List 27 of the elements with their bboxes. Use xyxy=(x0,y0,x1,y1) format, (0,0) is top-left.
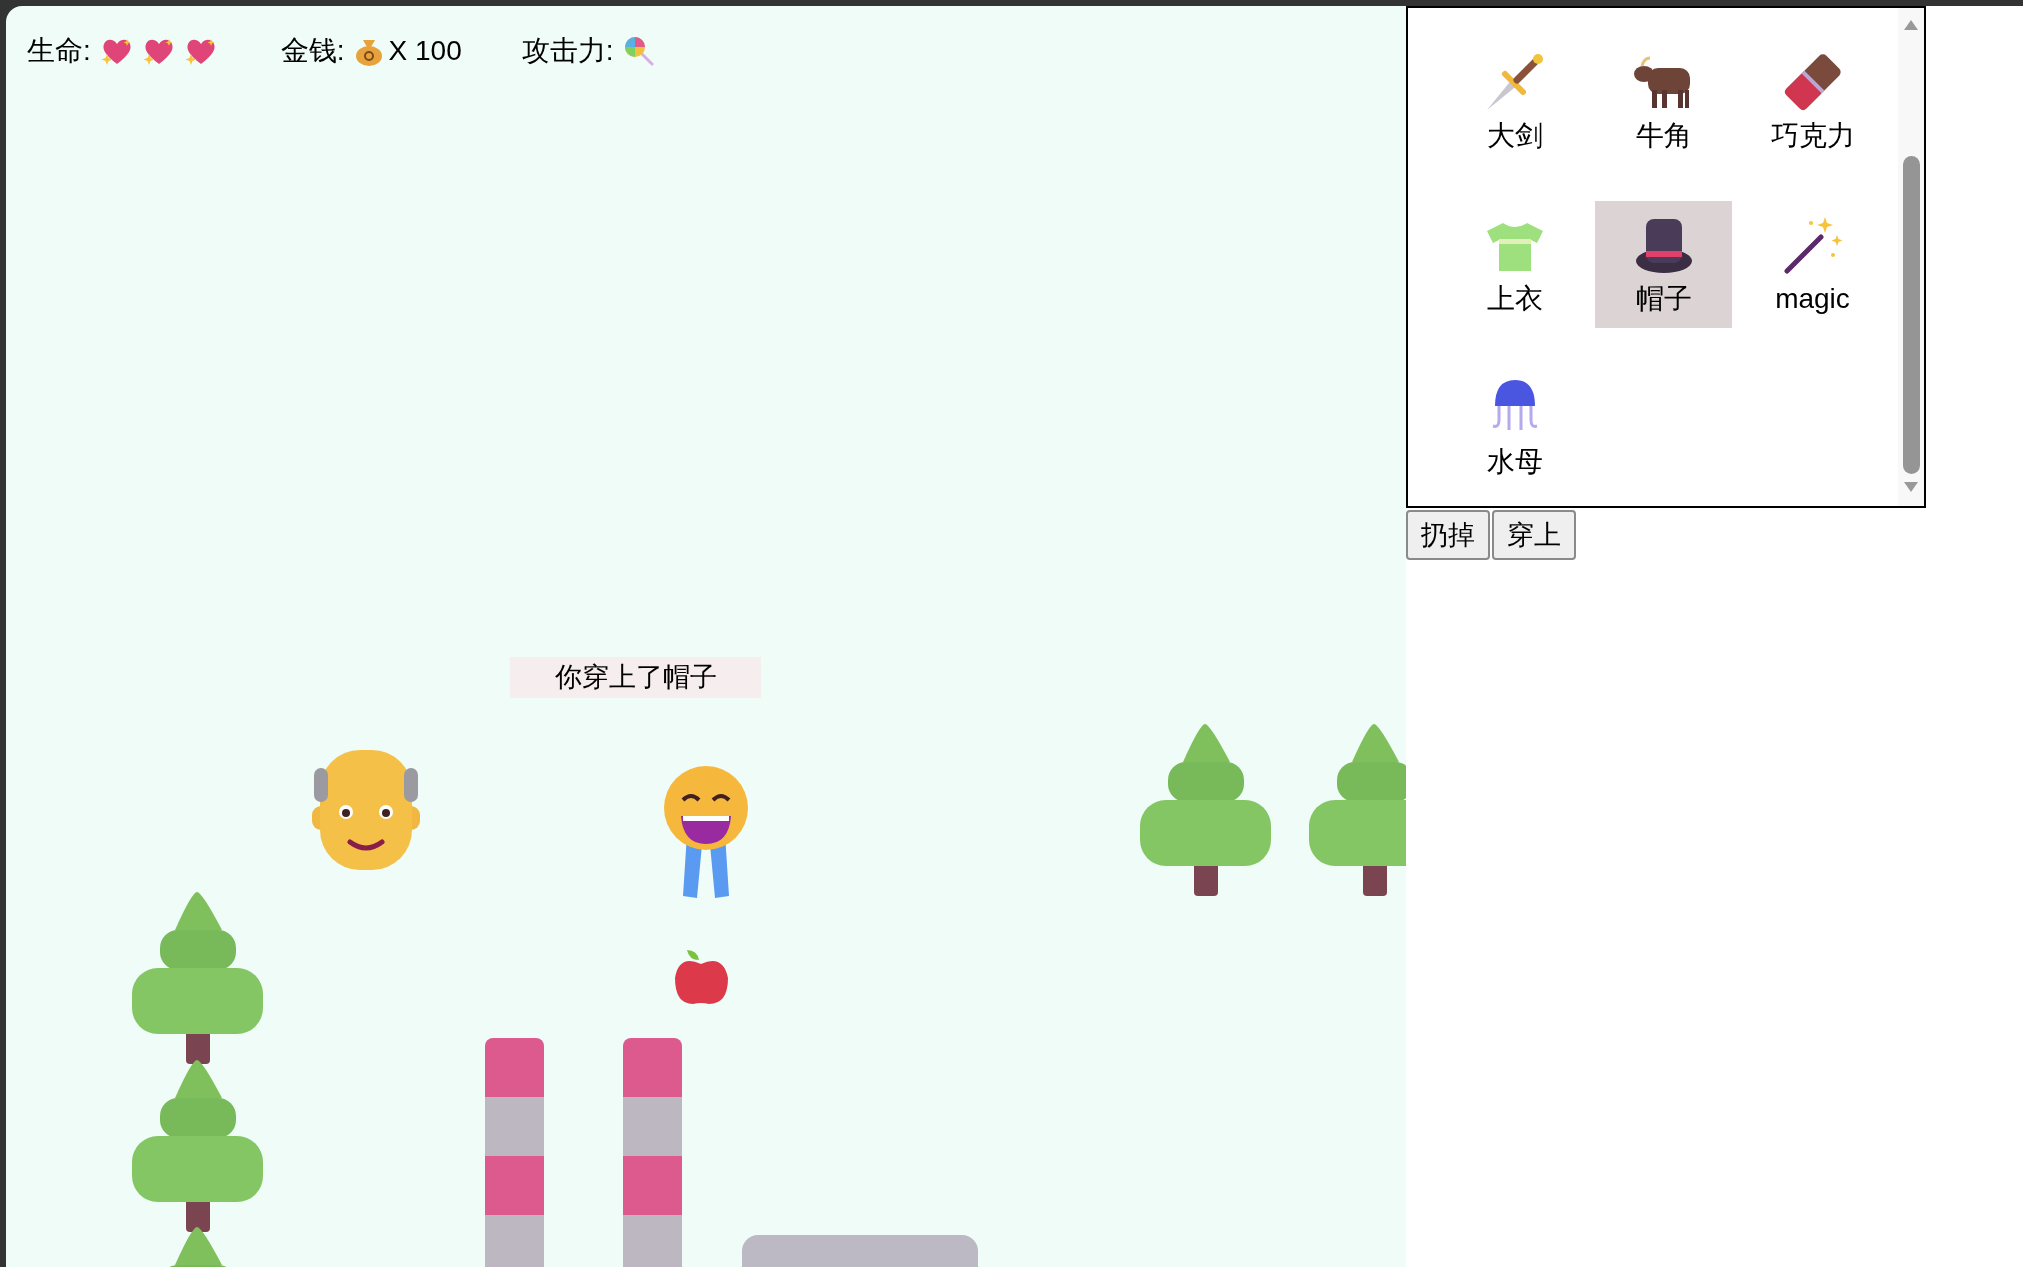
scrollbar-thumb[interactable] xyxy=(1902,156,1920,474)
scroll-down-arrow-icon[interactable] xyxy=(1904,482,1918,492)
action-button[interactable]: 穿上 xyxy=(1492,510,1576,560)
action-button[interactable]: 扔掉 xyxy=(1406,510,1490,560)
inventory-item[interactable]: magic xyxy=(1744,201,1881,328)
inventory-item[interactable]: 上衣 xyxy=(1446,201,1583,328)
inventory-item[interactable]: 牛角 xyxy=(1595,38,1732,165)
item-label: 大剑 xyxy=(1486,118,1543,153)
money-label: 金钱: xyxy=(280,34,345,68)
apple-drawing xyxy=(673,948,730,1006)
item-label: magic xyxy=(1775,281,1850,316)
item-label: 牛角 xyxy=(1635,118,1692,153)
item-label: 巧克力 xyxy=(1770,118,1855,153)
lives-label: 生命: xyxy=(27,34,91,68)
lollipop-icon xyxy=(623,36,654,66)
item-label: 水母 xyxy=(1486,444,1543,479)
inventory-item[interactable]: 巧克力 xyxy=(1744,38,1881,165)
scroll-up-arrow-icon[interactable] xyxy=(1904,20,1918,30)
attack-label: 攻击力: xyxy=(521,34,614,68)
item-label: 帽子 xyxy=(1635,281,1692,316)
message-box: 你穿上了帽子 xyxy=(510,657,761,698)
inventory-item[interactable]: 帽子 xyxy=(1595,201,1732,328)
inventory-item[interactable]: 水母 xyxy=(1446,364,1583,491)
item-label: 上衣 xyxy=(1486,281,1543,316)
scrollbar[interactable] xyxy=(1898,8,1924,506)
money-value: X 100 xyxy=(388,34,462,68)
inventory-item[interactable]: 大剑 xyxy=(1446,38,1583,165)
